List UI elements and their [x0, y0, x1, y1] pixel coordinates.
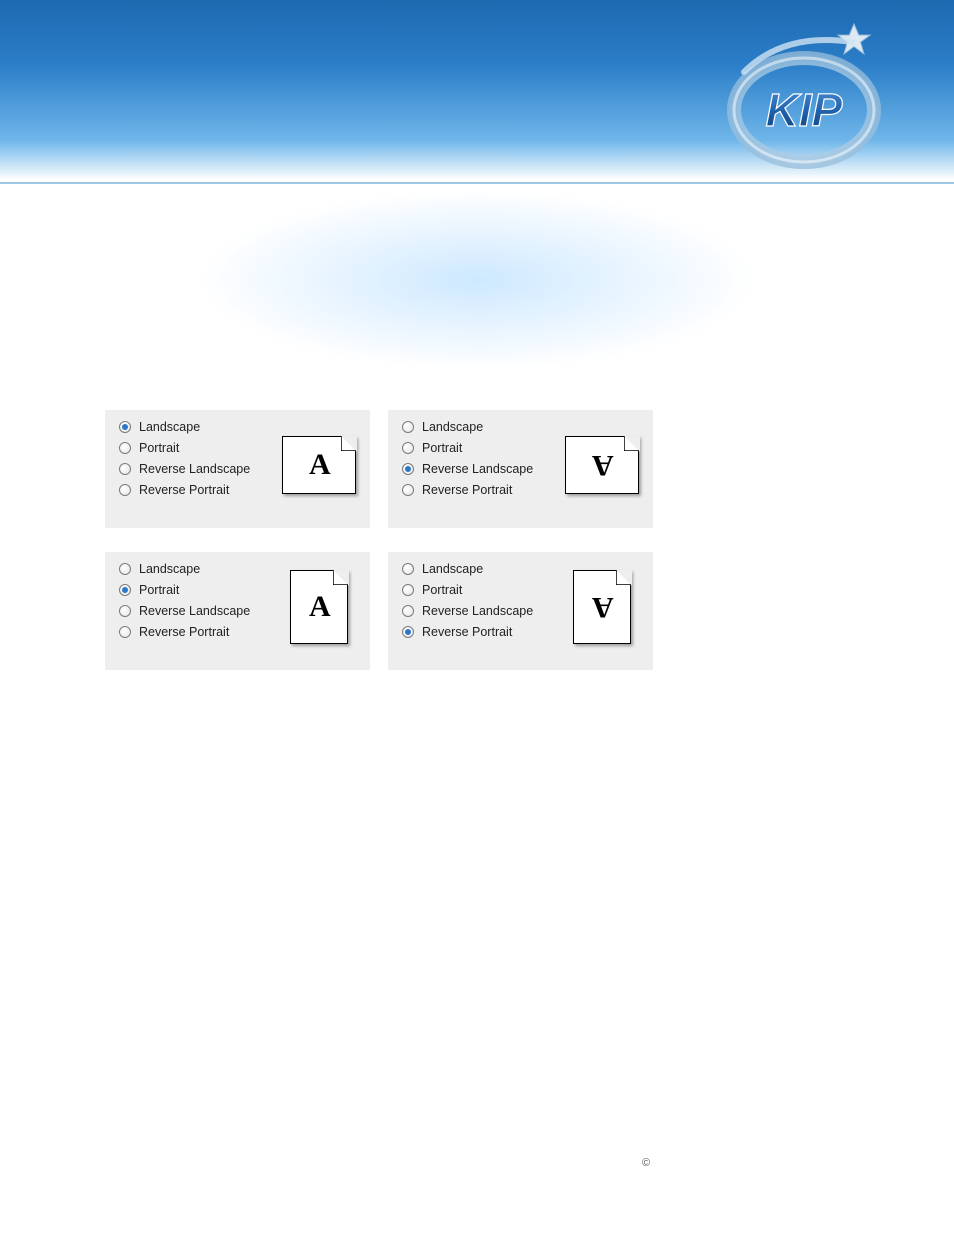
preview-glyph: A: [309, 450, 331, 480]
orientation-panel-reverse-portrait: Landscape Portrait Reverse Landscape Rev…: [388, 552, 653, 670]
radio-icon: [119, 563, 131, 575]
header-divider: [0, 182, 954, 184]
radio-icon: [402, 421, 414, 433]
orientation-option-label: Landscape: [139, 562, 200, 576]
preview-glyph: A: [592, 592, 614, 622]
orientation-option-label: Reverse Landscape: [139, 604, 250, 618]
header-glow: [197, 190, 757, 370]
orientation-option-label: Portrait: [139, 583, 179, 597]
orientation-option-label: Reverse Landscape: [139, 462, 250, 476]
orientation-option-label: Portrait: [139, 441, 179, 455]
orientation-panel-landscape: Landscape Portrait Reverse Landscape Rev…: [105, 410, 370, 528]
radio-icon: [119, 584, 131, 596]
radio-icon: [119, 605, 131, 617]
radio-icon: [402, 442, 414, 454]
radio-icon: [119, 421, 131, 433]
radio-icon: [402, 584, 414, 596]
orientation-option-label: Reverse Portrait: [139, 625, 229, 639]
radio-icon: [119, 442, 131, 454]
radio-icon: [402, 484, 414, 496]
orientation-option-label: Landscape: [422, 562, 483, 576]
orientation-preview-icon: A: [282, 436, 356, 494]
orientation-option-label: Landscape: [139, 420, 200, 434]
orientation-panel-portrait: Landscape Portrait Reverse Landscape Rev…: [105, 552, 370, 670]
orientation-preview-icon: A: [565, 436, 639, 494]
radio-icon: [402, 605, 414, 617]
preview-glyph: A: [309, 592, 331, 622]
orientation-option-label: Reverse Portrait: [422, 625, 512, 639]
copyright-symbol: ©: [642, 1157, 650, 1169]
radio-icon: [402, 563, 414, 575]
orientation-option-landscape[interactable]: Landscape: [119, 420, 358, 434]
preview-glyph: A: [592, 450, 614, 480]
orientation-option-landscape[interactable]: Landscape: [402, 420, 641, 434]
orientation-option-label: Reverse Portrait: [422, 483, 512, 497]
radio-icon: [119, 626, 131, 638]
orientation-option-label: Portrait: [422, 441, 462, 455]
orientation-option-label: Landscape: [422, 420, 483, 434]
orientation-option-label: Reverse Landscape: [422, 604, 533, 618]
radio-icon: [119, 484, 131, 496]
orientation-preview-icon: A: [290, 570, 348, 644]
radio-icon: [402, 463, 414, 475]
radio-icon: [119, 463, 131, 475]
orientation-option-label: Reverse Landscape: [422, 462, 533, 476]
page-header: [0, 0, 954, 180]
orientation-preview-icon: A: [573, 570, 631, 644]
orientation-panel-reverse-landscape: Landscape Portrait Reverse Landscape Rev…: [388, 410, 653, 528]
radio-icon: [402, 626, 414, 638]
orientation-option-label: Reverse Portrait: [139, 483, 229, 497]
orientation-option-label: Portrait: [422, 583, 462, 597]
orientation-panels: Landscape Portrait Reverse Landscape Rev…: [105, 410, 657, 694]
